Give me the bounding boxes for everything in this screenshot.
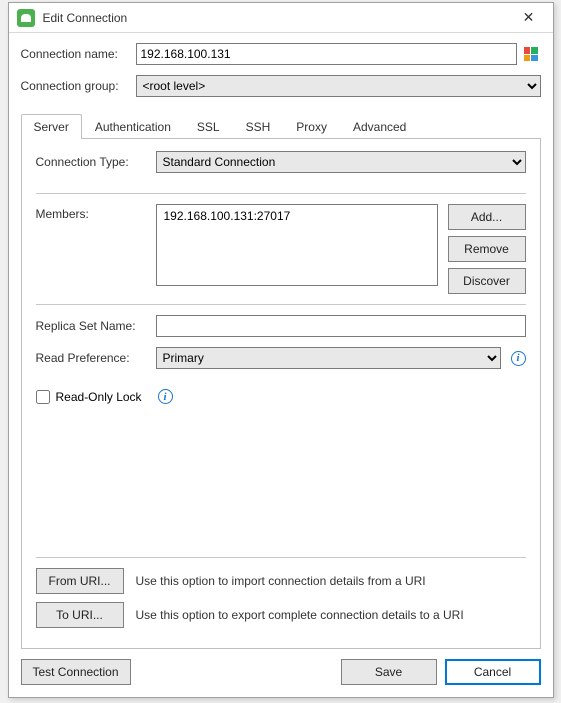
replica-set-name-label: Replica Set Name: (36, 319, 156, 333)
to-uri-button[interactable]: To URI... (36, 602, 124, 628)
titlebar: Edit Connection ✕ (9, 3, 553, 33)
grid-icon (524, 47, 538, 61)
from-uri-button[interactable]: From URI... (36, 568, 124, 594)
save-button[interactable]: Save (341, 659, 437, 685)
remove-button[interactable]: Remove (448, 236, 526, 262)
tab-advanced[interactable]: Advanced (340, 114, 419, 139)
discover-button[interactable]: Discover (448, 268, 526, 294)
read-preference-label: Read Preference: (36, 351, 156, 365)
from-uri-description: Use this option to import connection det… (136, 574, 426, 588)
server-tab-panel: Connection Type: Standard Connection Mem… (21, 139, 541, 649)
connection-type-label: Connection Type: (36, 155, 156, 169)
divider (36, 193, 526, 194)
read-only-lock-label: Read-Only Lock (56, 390, 142, 404)
read-only-lock-checkbox[interactable] (36, 390, 50, 404)
to-uri-description: Use this option to export complete conne… (136, 608, 464, 622)
tab-server[interactable]: Server (21, 114, 82, 139)
connection-name-input[interactable] (136, 43, 517, 65)
replica-set-name-input[interactable] (156, 315, 526, 337)
connection-name-label: Connection name: (21, 47, 136, 61)
tab-ssl[interactable]: SSL (184, 114, 233, 139)
tab-ssh[interactable]: SSH (233, 114, 284, 139)
tab-authentication[interactable]: Authentication (82, 114, 184, 139)
window-title: Edit Connection (43, 11, 513, 25)
edit-connection-dialog: Edit Connection ✕ Connection name: Conne… (8, 2, 554, 698)
color-picker-button[interactable] (521, 44, 541, 64)
cancel-button[interactable]: Cancel (445, 659, 541, 685)
read-preference-select[interactable]: Primary (156, 347, 501, 369)
divider (36, 304, 526, 305)
close-button[interactable]: ✕ (513, 6, 545, 30)
tab-proxy[interactable]: Proxy (283, 114, 340, 139)
connection-group-select[interactable]: <root level> (136, 75, 541, 97)
tab-bar: Server Authentication SSL SSH Proxy Adva… (21, 113, 541, 139)
test-connection-button[interactable]: Test Connection (21, 659, 131, 685)
info-icon[interactable]: i (158, 389, 173, 404)
dialog-footer: Test Connection Save Cancel (9, 649, 553, 697)
members-listbox[interactable]: 192.168.100.131:27017 (156, 204, 438, 286)
divider (36, 557, 526, 558)
members-label: Members: (36, 204, 156, 221)
add-button[interactable]: Add... (448, 204, 526, 230)
connection-type-select[interactable]: Standard Connection (156, 151, 526, 173)
connection-group-label: Connection group: (21, 79, 136, 93)
member-item[interactable]: 192.168.100.131:27017 (162, 208, 432, 224)
app-icon (17, 9, 35, 27)
info-icon[interactable]: i (511, 351, 526, 366)
